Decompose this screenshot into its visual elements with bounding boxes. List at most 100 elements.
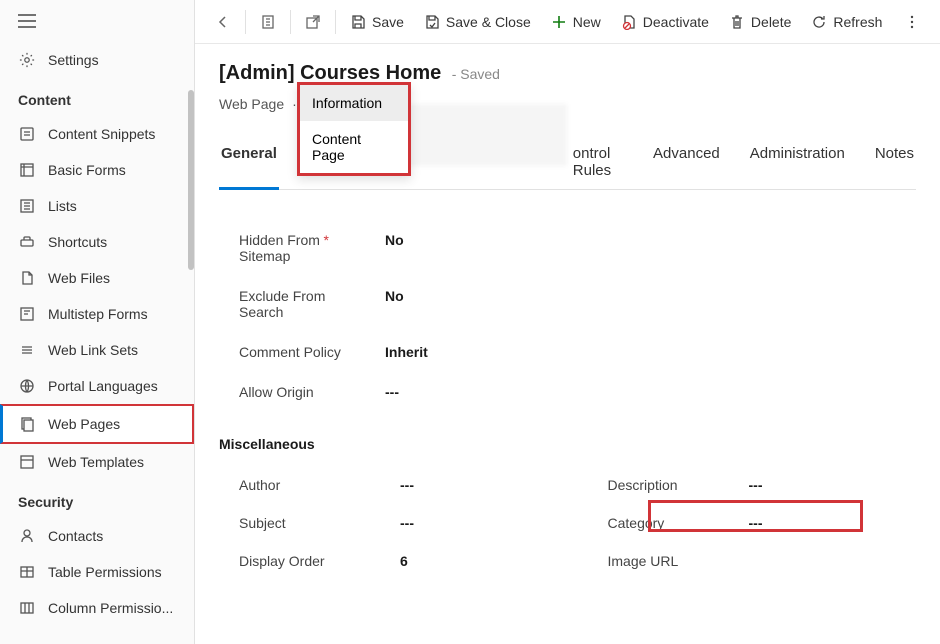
field-label: Category — [568, 515, 733, 531]
field-subject[interactable]: Subject --- — [219, 504, 568, 542]
field-value: Inherit — [369, 344, 428, 360]
new-label: New — [573, 14, 601, 30]
tab-general[interactable]: General — [219, 137, 279, 190]
shortcut-icon — [18, 233, 36, 251]
field-category[interactable]: Category --- — [568, 504, 917, 542]
new-button[interactable]: New — [541, 8, 611, 36]
sidebar-item-label: Portal Languages — [48, 378, 158, 394]
gear-icon — [18, 51, 36, 69]
sidebar-item-column-permissions[interactable]: Column Permissio... — [0, 590, 194, 626]
globe-icon — [18, 377, 36, 395]
tab-notes[interactable]: Notes — [873, 137, 916, 189]
back-icon — [215, 14, 231, 30]
tab-administration[interactable]: Administration — [748, 137, 847, 189]
refresh-label: Refresh — [833, 14, 882, 30]
refresh-button[interactable]: Refresh — [801, 8, 892, 36]
linkset-icon — [18, 341, 36, 359]
field-image-url[interactable]: Image URL — [568, 542, 917, 580]
sidebar-item-label: Shortcuts — [48, 234, 107, 250]
sidebar-item-content-snippets[interactable]: Content Snippets — [0, 116, 194, 152]
field-description[interactable]: Description --- — [568, 466, 917, 504]
plus-icon — [551, 14, 567, 30]
save-button[interactable]: Save — [340, 8, 414, 36]
field-label: Display Order — [219, 553, 384, 569]
sidebar-settings[interactable]: Settings — [0, 42, 194, 78]
field-label: Subject — [219, 515, 384, 531]
sidebar-item-web-link-sets[interactable]: Web Link Sets — [0, 332, 194, 368]
field-exclude-from-search[interactable]: Exclude From Search No — [219, 276, 916, 332]
section-content-header: Content — [0, 78, 194, 116]
field-allow-origin[interactable]: Allow Origin --- — [219, 372, 916, 412]
dropdown-shadow — [407, 104, 567, 166]
save-close-button[interactable]: Save & Close — [414, 8, 541, 36]
section-miscellaneous: Miscellaneous — [219, 436, 916, 452]
sidebar-item-label: Contacts — [48, 528, 103, 544]
sidebar-item-web-files[interactable]: Web Files — [0, 260, 194, 296]
field-value: --- — [384, 515, 414, 531]
field-author[interactable]: Author --- — [219, 466, 568, 504]
tab-advanced[interactable]: Advanced — [651, 137, 722, 189]
field-label: Exclude From Search — [219, 288, 369, 320]
sidebar-item-multistep-forms[interactable]: Multistep Forms — [0, 296, 194, 332]
sidebar-item-shortcuts[interactable]: Shortcuts — [0, 224, 194, 260]
sidebar-item-web-pages[interactable]: Web Pages — [0, 404, 194, 444]
delete-button[interactable]: Delete — [719, 8, 801, 36]
sidebar-item-label: Table Permissions — [48, 564, 162, 580]
template-icon — [18, 453, 36, 471]
list-icon — [18, 197, 36, 215]
col-perm-icon — [18, 599, 36, 617]
field-value: --- — [733, 477, 763, 493]
sidebar-item-contacts[interactable]: Contacts — [0, 518, 194, 554]
entity-name: Web Page — [219, 96, 284, 112]
sidebar-item-portal-languages[interactable]: Portal Languages — [0, 368, 194, 404]
open-record-button[interactable] — [250, 8, 286, 36]
back-button[interactable] — [205, 8, 241, 36]
hamburger-button[interactable] — [0, 0, 194, 42]
sidebar-item-table-permissions[interactable]: Table Permissions — [0, 554, 194, 590]
file-icon — [18, 269, 36, 287]
sidebar-item-web-templates[interactable]: Web Templates — [0, 444, 194, 480]
dropdown-item-information[interactable]: Information — [300, 85, 408, 121]
sidebar-item-label: Basic Forms — [48, 162, 126, 178]
deactivate-icon — [621, 14, 637, 30]
sidebar-item-label: Content Snippets — [48, 126, 155, 142]
saved-indicator: - Saved — [452, 66, 500, 82]
sidebar-item-label: Multistep Forms — [48, 306, 148, 322]
form-icon — [18, 161, 36, 179]
field-display-order[interactable]: Display Order 6 — [219, 542, 568, 580]
sidebar-item-label: Lists — [48, 198, 77, 214]
table-perm-icon — [18, 563, 36, 581]
command-bar: Save Save & Close New Deactivate Delete … — [195, 0, 940, 44]
field-comment-policy[interactable]: Comment Policy Inherit — [219, 332, 916, 372]
popout-icon — [305, 14, 321, 30]
snippet-icon — [18, 125, 36, 143]
tab-control-rules[interactable]: ontrol Rules — [571, 137, 625, 189]
popout-button[interactable] — [295, 8, 331, 36]
page-title: [Admin] Courses Home — [219, 62, 441, 84]
overflow-button[interactable] — [894, 8, 930, 36]
field-value: --- — [369, 384, 399, 400]
multistep-icon — [18, 305, 36, 323]
field-label: Hidden From Sitemap* — [219, 232, 369, 264]
field-value: No — [369, 288, 404, 304]
save-icon — [350, 14, 366, 30]
dropdown-item-content-page[interactable]: Content Page — [300, 121, 408, 173]
more-vertical-icon — [904, 14, 920, 30]
field-value: --- — [733, 515, 763, 531]
sidebar-item-basic-forms[interactable]: Basic Forms — [0, 152, 194, 188]
record-icon — [260, 14, 276, 30]
field-hidden-from-sitemap[interactable]: Hidden From Sitemap* No — [219, 220, 916, 276]
delete-label: Delete — [751, 14, 791, 30]
form-body: Hidden From Sitemap* No Exclude From Sea… — [219, 220, 916, 580]
field-value: No — [369, 232, 404, 248]
sidebar-item-lists[interactable]: Lists — [0, 188, 194, 224]
field-label: Author — [219, 477, 384, 493]
deactivate-button[interactable]: Deactivate — [611, 8, 719, 36]
sidebar: Settings Content Content Snippets Basic … — [0, 0, 195, 644]
field-value: 6 — [384, 553, 408, 569]
required-indicator: * — [324, 232, 329, 248]
sidebar-scrollbar[interactable] — [188, 90, 194, 270]
field-label: Description — [568, 477, 733, 493]
refresh-icon — [811, 14, 827, 30]
sidebar-item-label: Web Link Sets — [48, 342, 138, 358]
